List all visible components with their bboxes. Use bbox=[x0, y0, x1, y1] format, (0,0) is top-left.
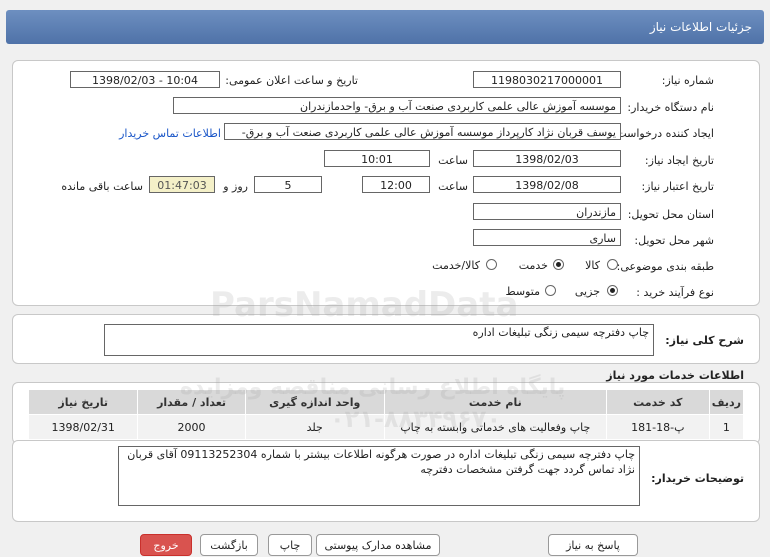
process-medium-label: متوسط bbox=[505, 285, 540, 298]
col-row: ردیف bbox=[708, 389, 745, 415]
page-title-bar: جزئیات اطلاعات نیاز bbox=[6, 10, 764, 44]
process-medium-radio[interactable] bbox=[545, 285, 556, 296]
remaining-label: ساعت باقی مانده bbox=[61, 180, 143, 193]
print-button[interactable]: چاپ bbox=[268, 534, 312, 556]
col-quantity: تعداد / مقدار bbox=[137, 389, 246, 415]
page-title: جزئیات اطلاعات نیاز bbox=[649, 20, 752, 34]
cell-unit: جلد bbox=[244, 414, 385, 440]
days-field: 5 bbox=[254, 176, 322, 193]
cell-row: 1 bbox=[708, 414, 745, 440]
category-goods-label: کالا bbox=[585, 259, 600, 272]
created-date-field: 1398/02/03 bbox=[473, 150, 621, 167]
validity-date-label: تاریخ اعتبار نیاز: bbox=[641, 180, 714, 193]
city-label: شهر محل تحویل: bbox=[634, 234, 714, 247]
created-time-field: 10:01 bbox=[324, 150, 430, 167]
announce-field: 1398/02/03 - 10:04 bbox=[70, 71, 220, 88]
col-service-code: کد خدمت bbox=[605, 389, 710, 415]
created-time-label: ساعت bbox=[438, 154, 468, 167]
category-both-label: کالا/خدمت bbox=[432, 259, 480, 272]
view-attachments-button[interactable]: مشاهده مدارک پیوستی bbox=[316, 534, 440, 556]
category-service-radio[interactable] bbox=[553, 259, 564, 270]
summary-text: چاپ دفترچه سیمی زنگی تبلیغات اداره bbox=[104, 324, 654, 356]
services-table: ردیف کد خدمت نام خدمت واحد اندازه گیری ت… bbox=[27, 389, 745, 440]
buyer-label: نام دستگاه خریدار: bbox=[627, 101, 714, 114]
validity-time-field: 12:00 bbox=[362, 176, 430, 193]
category-service-label: خدمت bbox=[518, 259, 548, 272]
category-goods-radio[interactable] bbox=[607, 259, 618, 270]
buyer-field: موسسه آموزش عالی علمی کاربردی صنعت آب و … bbox=[173, 97, 621, 114]
cell-need-date: 1398/02/31 bbox=[27, 414, 139, 440]
creator-field: یوسف قربان نژاد کارپرداز موسسه آموزش عال… bbox=[224, 123, 621, 140]
need-number-field: 1198030217000001 bbox=[473, 71, 621, 88]
cell-service-code: پ-18-181 bbox=[605, 414, 710, 440]
col-unit: واحد اندازه گیری bbox=[244, 389, 385, 415]
validity-time-label: ساعت bbox=[438, 180, 468, 193]
category-both-radio[interactable] bbox=[486, 259, 497, 270]
created-date-label: تاریخ ایجاد نیاز: bbox=[644, 154, 714, 167]
reply-button[interactable]: پاسخ به نیاز bbox=[548, 534, 638, 556]
announce-label: تاریخ و ساعت اعلان عمومی: bbox=[225, 74, 358, 87]
process-partial-label: جزیی bbox=[574, 285, 600, 298]
exit-button[interactable]: خروج bbox=[140, 534, 192, 556]
buyer-notes-text: چاپ دفترچه سیمی زنگی تبلیغات اداره در صو… bbox=[118, 446, 640, 506]
remaining-time-field: 01:47:03 bbox=[149, 176, 215, 193]
services-title: اطلاعات خدمات مورد نیاز bbox=[606, 369, 744, 382]
days-label: روز و bbox=[223, 180, 248, 193]
buyer-contact-link[interactable]: اطلاعات تماس خریدار bbox=[119, 127, 221, 140]
validity-date-field: 1398/02/08 bbox=[473, 176, 621, 193]
buyer-notes-label: توضیحات خریدار: bbox=[651, 472, 744, 485]
province-label: استان محل تحویل: bbox=[627, 208, 714, 221]
col-service-name: نام خدمت bbox=[383, 389, 607, 415]
process-partial-radio[interactable] bbox=[607, 285, 618, 296]
need-number-label: شماره نیاز: bbox=[661, 74, 714, 87]
col-need-date: تاریخ نیاز bbox=[27, 389, 139, 415]
creator-label: ایجاد کننده درخواست: bbox=[612, 127, 714, 140]
services-header-row: ردیف کد خدمت نام خدمت واحد اندازه گیری ت… bbox=[27, 389, 745, 415]
table-row: 1 پ-18-181 چاپ وفعالیت های خدماتی وابسته… bbox=[27, 414, 745, 440]
province-field: مازندران bbox=[473, 203, 621, 220]
cell-quantity: 2000 bbox=[137, 414, 246, 440]
city-field: ساری bbox=[473, 229, 621, 246]
process-label: نوع فرآیند خرید : bbox=[636, 286, 714, 299]
summary-label: شرح کلی نیاز: bbox=[665, 334, 744, 347]
cell-service-name: چاپ وفعالیت های خدماتی وابسته به چاپ bbox=[383, 414, 607, 440]
back-button[interactable]: بازگشت bbox=[200, 534, 258, 556]
category-label: طبقه بندی موضوعی: bbox=[616, 260, 714, 273]
